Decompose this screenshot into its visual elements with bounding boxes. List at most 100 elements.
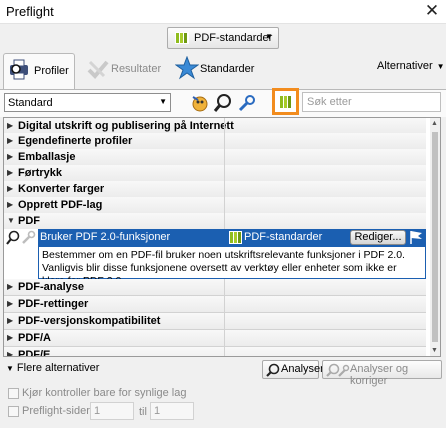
column-divider [224,133,225,150]
expand-icon[interactable]: ▶ [7,316,13,325]
checks-button[interactable] [212,92,233,113]
expand-icon[interactable]: ▶ [7,184,13,193]
column-divider [224,347,225,356]
wrench-icon [22,230,36,244]
list-group-row[interactable]: ▶ Opprett PDF-lag [4,197,426,214]
group-label: PDF-rettinger [18,298,89,310]
list-group-row[interactable]: ▶ PDF-analyse [4,279,426,296]
profile-description: Bestemmer om en PDF-fil bruker noen utsk… [38,246,426,287]
magnifier-icon [6,230,20,245]
options-menu-label: Alternativer [377,60,433,72]
preset-dropdown[interactable]: PDF-standarder ▼ [167,27,279,49]
analyze-button-label: Analyser [281,363,324,375]
list-group-row[interactable]: ▶ PDF/A [4,330,426,347]
selected-profile-label: Bruker PDF 2.0-funksjoner [40,231,171,243]
pdf-standards-icon [229,231,242,244]
selected-profile-standard: PDF-standarder [244,231,323,243]
column-divider [224,197,225,214]
expand-icon[interactable]: ▶ [7,350,13,356]
preflight-pages-label: Preflight-sider [22,405,90,417]
group-label: Digital utskrift og publisering på Inter… [18,120,234,132]
fixups-button[interactable] [235,92,256,113]
list-group-row[interactable]: ▶ Egendefinerte profiler [4,133,426,150]
list-group-row[interactable]: ▶ Konverter farger [4,181,426,198]
magnifier-wrench-icon [326,363,350,377]
expand-icon[interactable]: ▶ [7,121,13,130]
preset-dropdown-label: PDF-standarder [194,32,273,44]
tab-results[interactable]: Resultater [111,63,161,75]
visible-layers-checkbox[interactable] [8,388,19,399]
column-divider [224,296,225,313]
column-divider [224,313,225,330]
pdf-standards-filter-button[interactable] [272,88,299,115]
column-divider [224,279,225,296]
group-label: Førtrykk [18,167,63,179]
magnifier-icon [213,94,231,112]
group-label: PDF/A [18,332,51,344]
group-label: Opprett PDF-lag [18,199,103,211]
column-divider [224,213,225,230]
list-group-row[interactable]: ▶ PDF-rettinger [4,296,426,313]
flag-icon[interactable] [409,230,423,244]
profile-category-select[interactable]: Standard ▼ [4,93,171,112]
preflight-pages-checkbox[interactable] [8,406,19,417]
visible-layers-label: Kjør kontroller bare for synlige lag [22,387,187,399]
expand-icon[interactable]: ▶ [7,168,13,177]
list-group-row[interactable]: ▶ PDF/E [4,347,426,357]
vertical-scrollbar[interactable]: ▲ ▼ [430,118,440,356]
column-divider [224,181,225,198]
expand-icon[interactable]: ▶ [7,282,13,291]
list-group-row[interactable]: ▶ Førtrykk [4,165,426,182]
tab-standards[interactable]: Standarder [200,63,254,75]
group-label: Konverter farger [18,183,105,195]
pdf-standards-icon [175,32,189,44]
select-profile-button[interactable] [189,92,210,113]
page-to-input[interactable]: 1 [150,402,194,420]
column-divider [224,330,225,347]
list-group-row[interactable]: ▶ Emballasje [4,149,426,166]
fix-ups-icon [192,96,208,112]
list-group-row-expanded[interactable]: ▼ PDF [4,213,426,230]
search-input[interactable]: Søk etter [302,92,441,112]
scroll-up-icon[interactable]: ▲ [431,120,438,127]
analyze-button[interactable]: Analyser [262,360,324,379]
window-title: Preflight [6,4,54,19]
tab-profiles[interactable]: Profiler [3,53,75,89]
profile-category-value: Standard [8,97,53,109]
expand-icon[interactable]: ▶ [7,299,13,308]
pdf-standards-icon [280,96,291,108]
scroll-down-icon[interactable]: ▼ [431,347,438,354]
chevron-down-icon: ▼ [159,97,167,106]
expand-icon[interactable]: ▶ [7,333,13,342]
expand-icon[interactable]: ▶ [7,152,13,161]
more-options-label: Flere alternativer [16,362,100,374]
collapse-icon: ▼ [6,364,14,373]
printer-magnifier-icon [10,59,28,80]
close-icon[interactable]: ✕ [423,2,441,20]
group-label: PDF-analyse [18,281,85,293]
collapse-icon[interactable]: ▼ [7,216,15,225]
wrench-icon [238,95,255,112]
chevron-down-icon: ▼ [436,62,445,71]
edit-button[interactable]: Rediger... [350,230,406,245]
tab-profiles-label: Profiler [34,65,69,77]
wrench-check-icon [87,60,109,79]
magnifier-icon [266,363,280,377]
scroll-thumb[interactable] [432,132,438,342]
list-group-row[interactable]: ▶ PDF-versjonskompatibilitet [4,313,426,330]
selected-profile-row[interactable]: Bruker PDF 2.0-funksjoner PDF-standarder… [4,229,426,246]
group-label: PDF [18,215,40,227]
analyze-and-fix-button[interactable]: Analyser og korriger [322,360,442,387]
options-menu[interactable]: Alternativer ▼ [377,60,445,72]
column-divider [224,165,225,182]
chevron-down-icon: ▼ [265,32,273,41]
page-from-input[interactable]: 1 [90,402,134,420]
group-label: Emballasje [18,151,76,163]
expand-icon[interactable]: ▶ [7,200,13,209]
group-label: PDF-versjonskompatibilitet [18,315,161,327]
expand-icon[interactable]: ▶ [7,136,13,145]
group-label: PDF/E [18,349,51,357]
profile-list: ▶ Digital utskrift og publisering på Int… [3,117,441,357]
more-options-toggle[interactable]: ▼ Flere alternativer [6,362,99,374]
standards-star-icon [175,56,199,80]
